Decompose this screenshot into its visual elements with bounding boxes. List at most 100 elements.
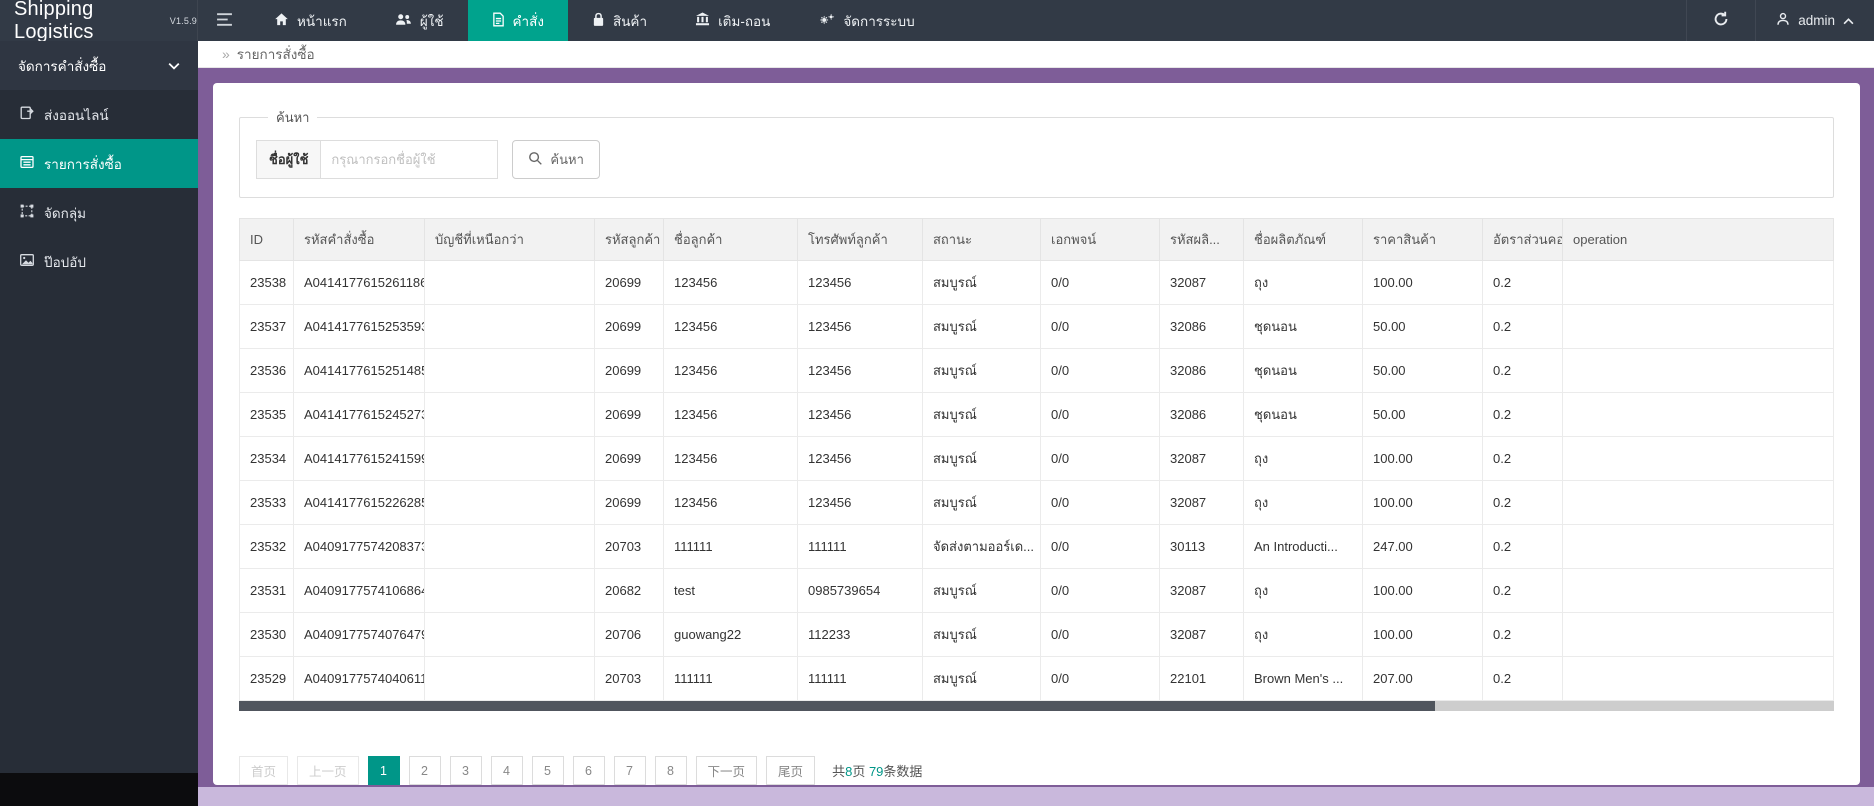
pagination-button[interactable]: 5 [531, 756, 564, 786]
cell-operation [1562, 480, 1834, 526]
cell-customer-code: 20699 [594, 480, 664, 526]
cell-singular: 0/0 [1040, 612, 1160, 658]
cell-customer-code: 20703 [594, 524, 664, 570]
nav-item-label: คำสั่ง [512, 13, 544, 29]
username-input-group: ชื่อผู้ใช้ [256, 140, 499, 180]
nav-item-products[interactable]: สินค้า [568, 0, 671, 41]
file-icon [492, 12, 505, 30]
username-label: ชื่อผู้ใช้ [256, 140, 321, 180]
cell-commission: 0.2 [1482, 612, 1563, 658]
cell-price: 100.00 [1362, 612, 1483, 658]
refresh-icon [1713, 11, 1729, 30]
pagination-button[interactable]: 3 [449, 756, 482, 786]
user-menu[interactable]: admin [1755, 0, 1874, 41]
cell-product-name: ชุดนอน [1243, 348, 1363, 394]
cell-id: 23532 [239, 524, 294, 570]
cell-product-name: ถุง [1243, 260, 1363, 306]
cell-status: สมบูรณ์ [922, 568, 1041, 614]
cell-operation [1562, 392, 1834, 438]
cell-parent-account [424, 436, 595, 482]
pagination-summary: 共8页 79条数据 [832, 761, 922, 780]
sidebar-group-order-management[interactable]: จัดการคำสั่งซื้อ [0, 41, 198, 90]
pagination-button[interactable]: 4 [490, 756, 523, 786]
cell-id: 23535 [239, 392, 294, 438]
column-header: ชื่อผลิตภัณฑ์ [1243, 218, 1363, 262]
cell-customer-name: 123456 [663, 480, 798, 526]
cell-product-code: 32086 [1159, 348, 1244, 394]
cell-singular: 0/0 [1040, 480, 1160, 526]
cell-operation [1562, 304, 1834, 350]
pagination-button[interactable]: 尾页 [766, 756, 816, 786]
table-header-row: ID รหัสคำสั่งซื้อ บัญชีที่เหนือกว่า รหัส… [239, 218, 1834, 262]
table-row: 23529 A04091775740406112 20703 111111 11… [239, 656, 1834, 702]
horizontal-scrollbar[interactable] [239, 701, 1834, 712]
column-header: เอกพจน์ [1040, 218, 1160, 262]
cell-customer-code: 20699 [594, 436, 664, 482]
sidebar-toggle-button[interactable] [198, 0, 250, 41]
username-input[interactable] [320, 140, 499, 180]
send-document-icon [20, 106, 34, 123]
pagination-button[interactable]: 7 [613, 756, 646, 786]
cell-parent-account [424, 480, 595, 526]
cell-product-name: ถุง [1243, 480, 1363, 526]
nav-item-users[interactable]: ผู้ใช้ [371, 0, 468, 41]
table-row: 23530 A04091775740764792 20706 guowang22… [239, 612, 1834, 658]
pagination-button[interactable]: 下一页 [695, 756, 758, 786]
home-icon [274, 12, 289, 30]
bottom-strip [198, 787, 1874, 806]
cell-status: สมบูรณ์ [922, 348, 1041, 394]
cell-parent-account [424, 568, 595, 614]
nav-item-system[interactable]: จัดการระบบ [794, 0, 938, 41]
summary-suffix: 条数据 [883, 764, 923, 780]
search-row: ชื่อผู้ใช้ ค้นหา [256, 140, 1817, 180]
cell-customer-name: 123456 [663, 304, 798, 350]
cell-id: 23531 [239, 568, 294, 614]
sidebar-item-label: ป๊อปอัป [44, 254, 86, 270]
cell-product-name: ถุง [1243, 568, 1363, 614]
sidebar-item-label: รายการสั่งซื้อ [44, 156, 122, 172]
cell-operation [1562, 568, 1834, 614]
pagination-button[interactable]: 2 [408, 756, 441, 786]
sidebar-item-order-list[interactable]: รายการสั่งซื้อ [0, 139, 198, 188]
cell-customer-phone: 123456 [797, 392, 923, 438]
sidebar-item-grouping[interactable]: จัดกลุ่ม [0, 188, 198, 237]
cell-commission: 0.2 [1482, 524, 1563, 570]
chevron-down-icon [168, 58, 180, 73]
cell-parent-account [424, 260, 595, 306]
users-icon [395, 13, 412, 29]
gears-icon [818, 13, 835, 29]
cell-customer-name: test [663, 568, 798, 614]
refresh-button[interactable] [1686, 0, 1755, 41]
pagination-button[interactable]: 6 [572, 756, 605, 786]
nav-item-orders[interactable]: คำสั่ง [467, 0, 568, 41]
nav-item-home[interactable]: หน้าแรก [250, 0, 371, 41]
cell-status: สมบูรณ์ [922, 436, 1041, 482]
sidebar-item-popup[interactable]: ป๊อปอัป [0, 237, 198, 286]
sidebar-item-send-online[interactable]: ส่งออนไลน์ [0, 90, 198, 139]
search-button[interactable]: ค้นหา [512, 140, 600, 180]
cell-customer-phone: 112233 [797, 612, 923, 658]
table-row: 23537 A04141776152535937 20699 123456 12… [239, 304, 1834, 350]
cell-singular: 0/0 [1040, 260, 1160, 306]
pagination-button[interactable]: 上一页 [297, 756, 359, 786]
column-header: บัญชีที่เหนือกว่า [424, 218, 595, 262]
menu-icon [216, 12, 233, 29]
column-header: รหัสลูกค้า [594, 218, 664, 262]
sidebar-bottom-strip [0, 773, 198, 806]
cell-operation [1562, 436, 1834, 482]
pagination-button[interactable]: 1 [367, 756, 400, 786]
content-area: ค้นหา ชื่อผู้ใช้ ค้นหา [198, 68, 1874, 787]
cell-singular: 0/0 [1040, 656, 1160, 702]
cell-price: 50.00 [1362, 392, 1483, 438]
cell-customer-code: 20682 [594, 568, 664, 614]
cell-operation [1562, 656, 1834, 702]
nav-item-deposit-withdraw[interactable]: เติม-ถอน [671, 0, 794, 41]
cell-id: 23530 [239, 612, 294, 658]
pagination-button[interactable]: 8 [654, 756, 687, 786]
sidebar-item-label: ส่งออนไลน์ [44, 107, 109, 123]
pagination-button[interactable]: 首页 [239, 756, 289, 786]
search-button-label: ค้นหา [550, 152, 584, 168]
scrollbar-thumb[interactable] [239, 701, 1436, 712]
cell-price: 100.00 [1362, 436, 1483, 482]
breadcrumb-label: รายการสั่งซื้อ [236, 47, 315, 63]
